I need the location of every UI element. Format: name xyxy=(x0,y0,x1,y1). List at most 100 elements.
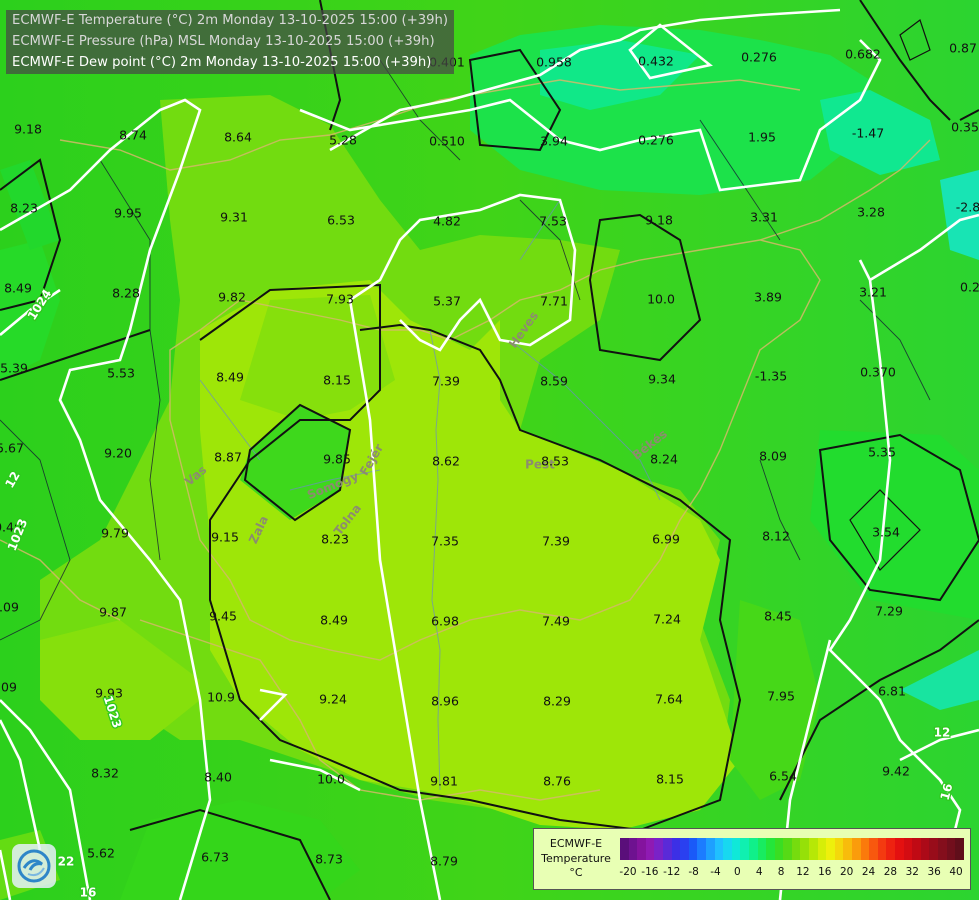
dewpoint-value: -1.47 xyxy=(852,126,884,141)
dewpoint-value: 8.59 xyxy=(540,374,568,389)
legend-tick-label: 0 xyxy=(733,866,741,878)
legend-swatch xyxy=(817,838,827,860)
legend-tick-label: 40 xyxy=(949,866,963,878)
legend-swatch xyxy=(895,838,904,860)
legend-swatch xyxy=(946,838,956,860)
dewpoint-value: 0.682 xyxy=(845,47,881,62)
dewpoint-value: 8.23 xyxy=(321,532,349,547)
dewpoint-value: 8.09 xyxy=(759,449,787,464)
dewpoint-value: 7.39 xyxy=(542,534,570,549)
legend-swatch xyxy=(697,838,706,860)
dewpoint-value: 5.62 xyxy=(87,846,115,861)
dewpoint-value: 6.73 xyxy=(201,850,229,865)
dewpoint-value: 9.87 xyxy=(99,605,127,620)
legend-swatch xyxy=(903,838,913,860)
legend-swatch xyxy=(731,838,741,860)
dewpoint-value: 8.45 xyxy=(764,609,792,624)
legend-swatch xyxy=(929,838,938,860)
dewpoint-value: 9.24 xyxy=(319,692,347,707)
legend-tick-label: -16 xyxy=(641,866,659,878)
legend-swatch xyxy=(680,838,689,860)
title-dewpoint: ECMWF-E Dew point (°C) 2m Monday 13-10-2… xyxy=(12,55,432,70)
dewpoint-value: 7.24 xyxy=(653,612,681,627)
dewpoint-value: 6.54 xyxy=(769,769,797,784)
dewpoint-value: 9.18 xyxy=(14,122,42,137)
dewpoint-value: 7.93 xyxy=(326,292,354,307)
dewpoint-value: 5.53 xyxy=(107,366,135,381)
legend-tick-label: 8 xyxy=(777,866,785,878)
dewpoint-value: 0.432 xyxy=(638,54,674,69)
dewpoint-value: 9.15 xyxy=(211,530,239,545)
dewpoint-value: 7.95 xyxy=(767,689,795,704)
legend-swatch xyxy=(740,838,749,860)
dewpoint-value: 5.67 xyxy=(0,441,24,456)
legend-tick-label: 32 xyxy=(905,866,919,878)
legend-swatch xyxy=(628,838,638,860)
dewpoint-value: 8.40 xyxy=(204,770,232,785)
legend-swatch xyxy=(757,838,767,860)
map-title-box: ECMWF-E Temperature (°C) 2m Monday 13-10… xyxy=(6,10,454,74)
legend-swatch xyxy=(852,838,861,860)
dewpoint-value: 8.49 xyxy=(216,370,244,385)
legend-tick-label: 36 xyxy=(927,866,941,878)
dewpoint-value: 8.49 xyxy=(320,613,348,628)
dewpoint-value: 8.79 xyxy=(430,854,458,869)
dewpoint-value: 9.42 xyxy=(882,764,910,779)
dewpoint-value: 9.18 xyxy=(645,213,673,228)
dewpoint-value: 10.0 xyxy=(317,772,345,787)
dewpoint-value: 7.35 xyxy=(431,534,459,549)
legend-swatch xyxy=(766,838,775,860)
legend-title: ECMWF-E Temperature °C xyxy=(534,837,618,881)
legend-swatch xyxy=(860,838,870,860)
legend-unit: °C xyxy=(569,866,583,879)
dewpoint-value: 0.510 xyxy=(429,134,465,149)
legend-swatch xyxy=(705,838,715,860)
dewpoint-value: 0.09 xyxy=(0,600,19,615)
dewpoint-value: 8.76 xyxy=(543,774,571,789)
dewpoint-value: 8.15 xyxy=(323,373,351,388)
legend-swatch xyxy=(834,838,844,860)
dewpoint-value: 8.87 xyxy=(214,450,242,465)
legend-swatch xyxy=(671,838,681,860)
dewpoint-value: 8.24 xyxy=(650,452,678,467)
dewpoint-value: 5.35 xyxy=(868,445,896,460)
legend-model: ECMWF-E xyxy=(549,837,603,850)
dewpoint-value: 7.64 xyxy=(655,692,683,707)
dewpoint-value: 5.37 xyxy=(433,294,461,309)
dewpoint-value: 4.82 xyxy=(433,214,461,229)
dewpoint-value: 8.28 xyxy=(112,286,140,301)
legend-swatch xyxy=(688,838,698,860)
dewpoint-value: 8.15 xyxy=(656,772,684,787)
legend-tick-label: -12 xyxy=(663,866,681,878)
dewpoint-value: 0.2 xyxy=(960,280,979,295)
dewpoint-value: 8.96 xyxy=(431,694,459,709)
legend-swatch xyxy=(809,838,818,860)
dewpoint-value: 8.49 xyxy=(4,281,32,296)
weather-map: VasZalaSomogyTolnaPestBékésHevesFejér0.4… xyxy=(0,0,979,900)
dewpoint-value: 6.81 xyxy=(878,684,906,699)
temperature-legend: ECMWF-E Temperature °C -20 -16 -12 -8 -4 0 4 8 1… xyxy=(533,828,971,890)
dewpoint-value: 8.29 xyxy=(543,694,571,709)
legend-swatch xyxy=(637,838,646,860)
legend-tick-label: -20 xyxy=(619,866,637,878)
dewpoint-value: 9.45 xyxy=(209,609,237,624)
isotherm-label: 12 xyxy=(934,726,951,740)
legend-swatch xyxy=(783,838,792,860)
dewpoint-value: 8.32 xyxy=(91,766,119,781)
dewpoint-value: 3.21 xyxy=(859,285,887,300)
dewpoint-value: 6.99 xyxy=(652,532,680,547)
dewpoint-value: 5.39 xyxy=(0,361,28,376)
legend-swatch xyxy=(826,838,835,860)
legend-tick-label: 4 xyxy=(755,866,763,878)
dewpoint-value: 8.12 xyxy=(762,529,790,544)
legend-tick-label: -8 xyxy=(688,866,699,878)
isotherm-label: 22 xyxy=(58,855,75,869)
dewpoint-value: 1.95 xyxy=(748,130,776,145)
dewpoint-value: 8.62 xyxy=(432,454,460,469)
legend-swatch xyxy=(920,838,930,860)
legend-swatch xyxy=(791,838,801,860)
dewpoint-value: 7.39 xyxy=(432,374,460,389)
dewpoint-value: 0.35 xyxy=(951,120,979,135)
dewpoint-value: 9.95 xyxy=(114,206,142,221)
legend-swatch xyxy=(662,838,672,860)
